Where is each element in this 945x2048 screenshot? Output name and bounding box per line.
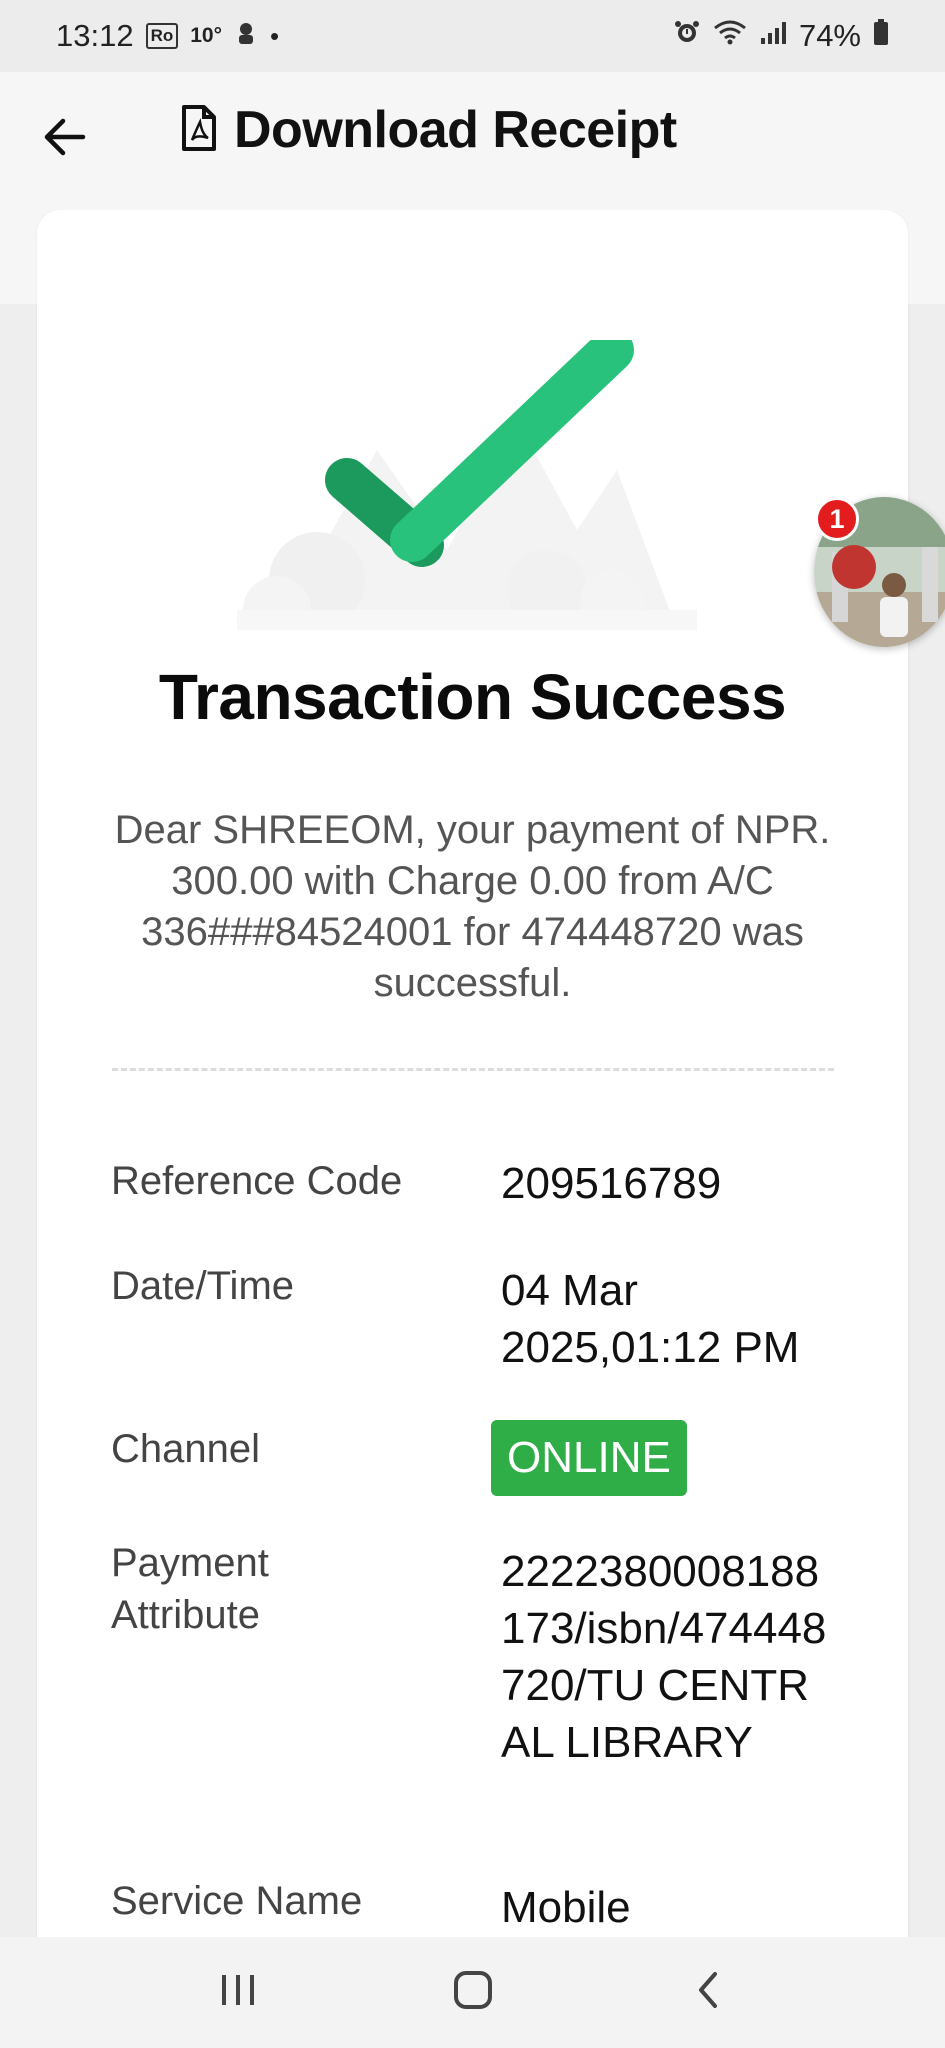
app-notification-icon <box>234 18 258 54</box>
alarm-icon <box>673 18 701 54</box>
success-title: Transaction Success <box>158 661 787 733</box>
arrow-left-icon <box>43 117 87 162</box>
success-illustration <box>217 328 737 644</box>
row-label: Service Name <box>111 1879 363 1923</box>
system-back-button[interactable] <box>663 1953 753 2033</box>
battery-icon <box>873 18 889 54</box>
battery-percent: 74% <box>798 18 861 53</box>
back-button[interactable] <box>38 112 92 166</box>
divider <box>112 1068 834 1071</box>
row-value: 209516789 <box>501 1159 722 1208</box>
recent-apps-button[interactable] <box>193 1953 283 2033</box>
receipt-card: Transaction Success Dear SHREEOM, your p… <box>37 210 908 1990</box>
page-title: Download Receipt <box>234 101 677 159</box>
row-value: Mobile <box>501 1883 631 1932</box>
home-icon <box>453 1970 493 2015</box>
row-label: Date/Time <box>111 1264 295 1308</box>
notification-dot: • <box>270 20 280 51</box>
system-nav-bar <box>0 1937 945 2048</box>
chevron-left-icon <box>693 1970 723 2015</box>
row-value: 04 Mar 2025,01:12 PM <box>501 1266 800 1372</box>
row-label: Channel <box>111 1427 261 1471</box>
wifi-icon <box>713 18 747 54</box>
row-label: Payment Attribute <box>111 1541 269 1637</box>
temperature: 10° <box>190 24 223 47</box>
status-bar: 13:12 Ro 10° • 74% <box>0 0 945 72</box>
title-wrap: Download Receipt <box>180 100 677 160</box>
ro-badge-icon: Ro <box>145 23 179 49</box>
status-right: 74% <box>673 18 889 54</box>
signal-icon <box>759 18 787 54</box>
home-button[interactable] <box>428 1953 518 2033</box>
recent-apps-icon <box>218 1973 258 2012</box>
channel-badge: ONLINE <box>491 1420 687 1496</box>
status-left: 13:12 Ro 10° • <box>56 18 279 54</box>
chat-head-badge: 1 <box>815 497 859 541</box>
row-label: Reference Code <box>111 1159 403 1203</box>
row-value: 2222380008188173/isbn/474448720/TU CENTR… <box>501 1547 827 1767</box>
success-message: Dear SHREEOM, your payment of NPR. 300.0… <box>114 808 831 1005</box>
pdf-file-icon <box>180 104 218 157</box>
status-time: 13:12 <box>56 18 134 53</box>
